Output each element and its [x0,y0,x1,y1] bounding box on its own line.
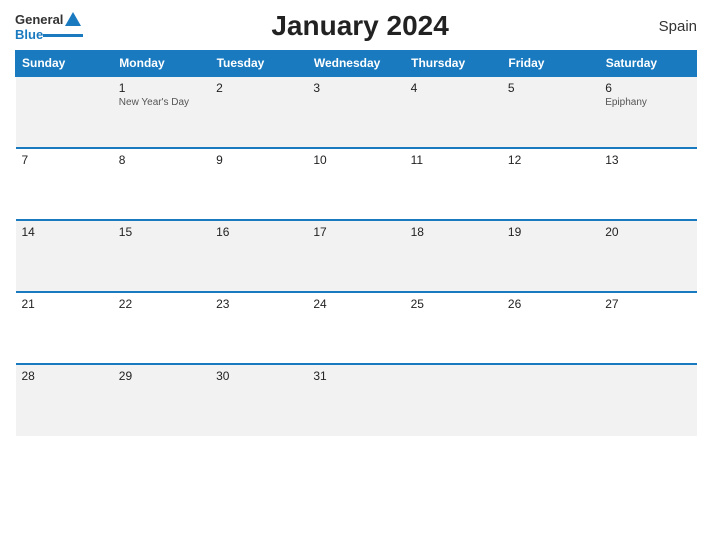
week-row-3: 14 15 16 17 18 19 20 [16,220,697,292]
calendar-cell [405,364,502,436]
calendar-cell: 5 [502,76,599,148]
day-number: 21 [22,297,107,311]
logo-line [43,34,83,37]
calendar-cell: 7 [16,148,113,220]
day-number: 23 [216,297,301,311]
holiday-name: Epiphany [605,97,690,108]
calendar-cell: 8 [113,148,210,220]
week-row-1: 1 New Year's Day 23456 Epiphany [16,76,697,148]
calendar-cell: 14 [16,220,113,292]
day-number: 13 [605,153,690,167]
day-number: 26 [508,297,593,311]
calendar-cell: 28 [16,364,113,436]
calendar-cell: 26 [502,292,599,364]
calendar-cell: 25 [405,292,502,364]
calendar-cell: 20 [599,220,696,292]
calendar-cell: 21 [16,292,113,364]
day-number: 7 [22,153,107,167]
logo-triangle-icon [65,12,81,26]
day-number: 18 [411,225,496,239]
day-number: 10 [313,153,398,167]
day-number: 25 [411,297,496,311]
calendar-page: General Blue January 2024 Spain SundayMo… [0,0,712,550]
country-label: Spain [637,18,697,35]
calendar-table: SundayMondayTuesdayWednesdayThursdayFrid… [15,50,697,436]
day-number: 2 [216,81,301,95]
day-number: 28 [22,369,107,383]
day-number: 20 [605,225,690,239]
day-number: 30 [216,369,301,383]
calendar-cell: 2 [210,76,307,148]
weekday-header-friday: Friday [502,51,599,77]
header: General Blue January 2024 Spain [15,10,697,42]
day-number: 5 [508,81,593,95]
day-number: 17 [313,225,398,239]
week-row-5: 28 29 30 31 [16,364,697,436]
weekday-header-row: SundayMondayTuesdayWednesdayThursdayFrid… [16,51,697,77]
weekday-header-tuesday: Tuesday [210,51,307,77]
calendar-cell: 19 [502,220,599,292]
day-number: 16 [216,225,301,239]
calendar-cell: 9 [210,148,307,220]
calendar-cell: 3 [307,76,404,148]
day-number: 6 [605,81,690,95]
day-number: 11 [411,153,496,167]
calendar-cell: 11 [405,148,502,220]
weekday-header-saturday: Saturday [599,51,696,77]
day-number: 3 [313,81,398,95]
weekday-header-monday: Monday [113,51,210,77]
calendar-cell [599,364,696,436]
day-number: 12 [508,153,593,167]
calendar-cell: 1 New Year's Day [113,76,210,148]
week-row-2: 789 10 11 12 13 [16,148,697,220]
day-number: 27 [605,297,690,311]
week-row-4: 21 22 23 24 25 26 27 [16,292,697,364]
day-number: 19 [508,225,593,239]
day-number: 15 [119,225,204,239]
calendar-cell: 22 [113,292,210,364]
holiday-name: New Year's Day [119,97,204,108]
calendar-cell [16,76,113,148]
calendar-cell: 27 [599,292,696,364]
calendar-cell: 10 [307,148,404,220]
calendar-cell: 30 [210,364,307,436]
calendar-cell: 31 [307,364,404,436]
calendar-cell: 23 [210,292,307,364]
calendar-cell: 12 [502,148,599,220]
day-number: 4 [411,81,496,95]
day-number: 8 [119,153,204,167]
calendar-cell: 6 Epiphany [599,76,696,148]
day-number: 1 [119,81,204,95]
logo-blue-text: Blue [15,28,43,41]
day-number: 29 [119,369,204,383]
calendar-cell: 29 [113,364,210,436]
calendar-cell [502,364,599,436]
calendar-cell: 4 [405,76,502,148]
logo: General Blue [15,12,83,41]
calendar-cell: 18 [405,220,502,292]
day-number: 31 [313,369,398,383]
day-number: 14 [22,225,107,239]
calendar-cell: 17 [307,220,404,292]
weekday-header-thursday: Thursday [405,51,502,77]
day-number: 22 [119,297,204,311]
calendar-cell: 15 [113,220,210,292]
calendar-cell: 13 [599,148,696,220]
weekday-header-sunday: Sunday [16,51,113,77]
calendar-cell: 16 [210,220,307,292]
day-number: 24 [313,297,398,311]
calendar-cell: 24 [307,292,404,364]
month-title: January 2024 [83,10,637,42]
weekday-header-wednesday: Wednesday [307,51,404,77]
logo-general-text: General [15,13,63,26]
day-number: 9 [216,153,301,167]
